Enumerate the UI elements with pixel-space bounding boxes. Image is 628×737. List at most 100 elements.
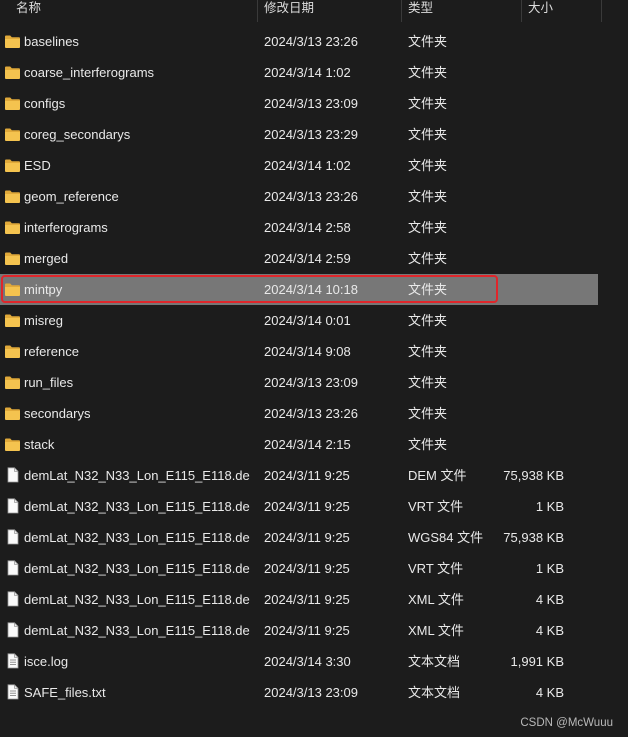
- column-divider[interactable]: [601, 0, 602, 22]
- file-size: 1 KB: [535, 561, 564, 576]
- file-type: VRT 文件: [408, 499, 464, 514]
- file-row[interactable]: SAFE_files.txt 2024/3/13 23:09 文本文档 4 KB: [0, 677, 598, 708]
- file-type: 文件夹: [408, 96, 448, 111]
- folder-icon: [4, 437, 21, 452]
- folder-icon: [4, 96, 21, 111]
- file-modified-date: 2024/3/13 23:26: [264, 189, 358, 204]
- file-row[interactable]: demLat_N32_N33_Lon_E115_E118.de... 2024/3…: [0, 615, 598, 646]
- file-name: demLat_N32_N33_Lon_E115_E118.de...: [24, 561, 250, 576]
- file-type: 文件夹: [408, 344, 448, 359]
- file-name: demLat_N32_N33_Lon_E115_E118.de...: [24, 592, 250, 607]
- file-name: misreg: [24, 313, 64, 328]
- file-name: run_files: [24, 375, 74, 390]
- file-row[interactable]: baselines 2024/3/13 23:26 文件夹: [0, 26, 598, 57]
- file-size: 1 KB: [535, 499, 564, 514]
- file-modified-date: 2024/3/14 10:18: [264, 282, 358, 297]
- file-name: coarse_interferograms: [24, 65, 155, 80]
- file-type: 文本文档: [408, 685, 461, 700]
- file-row[interactable]: demLat_N32_N33_Lon_E115_E118.de... 2024/3…: [0, 522, 598, 553]
- file-size: 75,938 KB: [503, 530, 564, 545]
- folder-icon: [4, 158, 21, 173]
- file-row[interactable]: mintpy 2024/3/14 10:18 文件夹: [0, 274, 598, 305]
- file-type: 文件夹: [408, 220, 448, 235]
- file-size: 4 KB: [535, 685, 564, 700]
- file-type: 文件夹: [408, 127, 448, 142]
- file-type: XML 文件: [408, 592, 464, 607]
- file-row[interactable]: geom_reference 2024/3/13 23:26 文件夹: [0, 181, 598, 212]
- file-type: DEM 文件: [408, 468, 467, 483]
- folder-icon: [4, 65, 21, 80]
- column-divider[interactable]: [257, 0, 258, 22]
- file-row[interactable]: demLat_N32_N33_Lon_E115_E118.de... 2024/3…: [0, 553, 598, 584]
- column-header-size[interactable]: 大小: [528, 0, 553, 22]
- file-icon: [4, 529, 21, 545]
- file-modified-date: 2024/3/13 23:09: [264, 96, 358, 111]
- file-row[interactable]: configs 2024/3/13 23:09 文件夹: [0, 88, 598, 119]
- column-header-type[interactable]: 类型: [408, 0, 433, 22]
- file-name: merged: [24, 251, 69, 266]
- file-row[interactable]: secondarys 2024/3/13 23:26 文件夹: [0, 398, 598, 429]
- file-modified-date: 2024/3/11 9:25: [264, 530, 350, 545]
- folder-icon: [4, 406, 21, 421]
- file-icon: [4, 622, 21, 638]
- file-modified-date: 2024/3/14 1:02: [264, 65, 351, 80]
- file-type: 文本文档: [408, 654, 461, 669]
- file-name: SAFE_files.txt: [24, 685, 106, 700]
- file-type: XML 文件: [408, 623, 464, 638]
- file-type: 文件夹: [408, 158, 448, 173]
- file-type: 文件夹: [408, 406, 448, 421]
- file-type: WGS84 文件: [408, 530, 484, 545]
- folder-icon: [4, 127, 21, 142]
- file-modified-date: 2024/3/14 2:15: [264, 437, 351, 452]
- watermark: CSDN @McWuuu: [520, 717, 613, 729]
- file-modified-date: 2024/3/14 3:30: [264, 654, 351, 669]
- file-size: 1,991 KB: [510, 654, 565, 669]
- file-type: 文件夹: [408, 313, 448, 328]
- file-name: geom_reference: [24, 189, 119, 204]
- file-modified-date: 2024/3/14 1:02: [264, 158, 351, 173]
- file-name: mintpy: [24, 282, 63, 297]
- file-row[interactable]: reference 2024/3/14 9:08 文件夹: [0, 336, 598, 367]
- file-modified-date: 2024/3/14 2:58: [264, 220, 351, 235]
- file-modified-date: 2024/3/11 9:25: [264, 499, 350, 514]
- file-name: ESD: [24, 158, 51, 173]
- file-row[interactable]: stack 2024/3/14 2:15 文件夹: [0, 429, 598, 460]
- file-row[interactable]: misreg 2024/3/14 0:01 文件夹: [0, 305, 598, 336]
- file-modified-date: 2024/3/11 9:25: [264, 623, 350, 638]
- file-name: demLat_N32_N33_Lon_E115_E118.de...: [24, 623, 250, 638]
- column-divider[interactable]: [521, 0, 522, 22]
- column-divider[interactable]: [401, 0, 402, 22]
- file-row[interactable]: merged 2024/3/14 2:59 文件夹: [0, 243, 598, 274]
- folder-icon: [4, 282, 21, 297]
- file-row[interactable]: run_files 2024/3/13 23:09 文件夹: [0, 367, 598, 398]
- file-size: 4 KB: [535, 592, 564, 607]
- file-row[interactable]: coarse_interferograms 2024/3/14 1:02 文件夹: [0, 57, 598, 88]
- file-size: 4 KB: [535, 623, 564, 638]
- file-name: reference: [24, 344, 79, 359]
- folder-icon: [4, 344, 21, 359]
- file-name: coreg_secondarys: [24, 127, 131, 142]
- file-type: 文件夹: [408, 437, 448, 452]
- file-size: 75,938 KB: [503, 468, 564, 483]
- file-row[interactable]: demLat_N32_N33_Lon_E115_E118.de... 2024/3…: [0, 491, 598, 522]
- column-header-name[interactable]: 名称: [16, 0, 41, 22]
- folder-icon: [4, 375, 21, 390]
- file-icon: [4, 498, 21, 514]
- file-modified-date: 2024/3/11 9:25: [264, 561, 350, 576]
- file-row[interactable]: interferograms 2024/3/14 2:58 文件夹: [0, 212, 598, 243]
- file-modified-date: 2024/3/13 23:26: [264, 406, 358, 421]
- file-row[interactable]: isce.log 2024/3/14 3:30 文本文档 1,991 KB: [0, 646, 598, 677]
- file-modified-date: 2024/3/13 23:26: [264, 34, 358, 49]
- file-row[interactable]: ESD 2024/3/14 1:02 文件夹: [0, 150, 598, 181]
- file-row[interactable]: demLat_N32_N33_Lon_E115_E118.de... 2024/3…: [0, 584, 598, 615]
- file-row[interactable]: coreg_secondarys 2024/3/13 23:29 文件夹: [0, 119, 598, 150]
- file-name: demLat_N32_N33_Lon_E115_E118.de...: [24, 499, 250, 514]
- folder-icon: [4, 34, 21, 49]
- file-icon: [4, 467, 21, 483]
- file-row[interactable]: demLat_N32_N33_Lon_E115_E118.dem 2024/3/1…: [0, 460, 598, 491]
- column-header-date[interactable]: 修改日期: [264, 0, 314, 22]
- file-name: configs: [24, 96, 66, 111]
- folder-icon: [4, 251, 21, 266]
- file-type: 文件夹: [408, 65, 448, 80]
- file-name: isce.log: [24, 654, 69, 669]
